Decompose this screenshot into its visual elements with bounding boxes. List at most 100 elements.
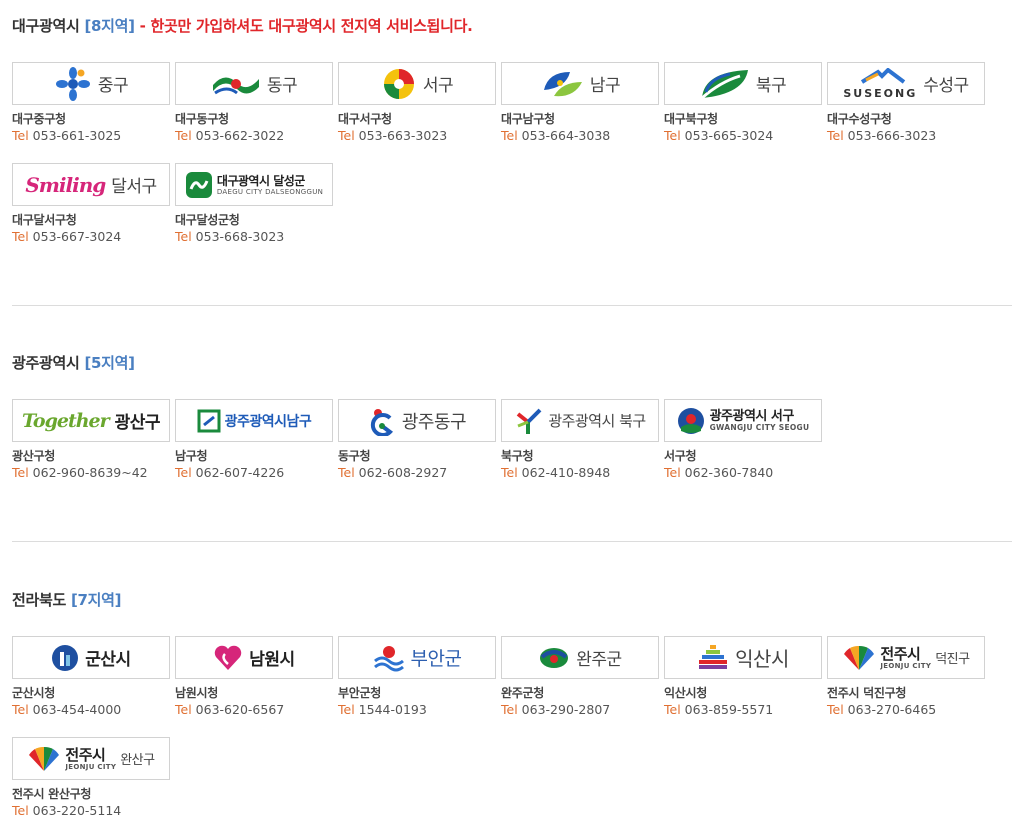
district-logo-link[interactable]: 서구 [338, 62, 496, 105]
logo-name: 서구 [422, 76, 454, 96]
daegu-dalseo-smiling-icon: Smiling [25, 172, 106, 197]
logo-name: 달서구 [111, 177, 157, 197]
district-logo-link[interactable]: 대구광역시 달성군 DAEGU CITY DALSEONGGUN [175, 163, 333, 206]
gwangju-seogu-emblem-icon [677, 407, 704, 434]
office-name: 대구남구청 [501, 112, 555, 126]
section-divider [12, 541, 1012, 542]
office-name: 서구청 [664, 449, 697, 463]
office-name: 대구서구청 [338, 112, 392, 126]
gunsan-emblem-icon [52, 644, 79, 671]
logo-name: 군산시 [85, 650, 131, 670]
district-card: Smiling 달서구 대구달서구청 Tel 053-667-3024 [12, 163, 170, 244]
district-logo-link[interactable]: Smiling 달서구 [12, 163, 170, 206]
daegu-dalseong-emblem-icon [185, 171, 212, 198]
district-card: 완주군 완주군청 Tel 063-290-2807 [501, 636, 659, 717]
iksan-emblem-icon [699, 644, 728, 669]
logo-name: 광주광역시 북구 [548, 412, 646, 430]
district-logo-link[interactable]: 중구 [12, 62, 170, 105]
office-name: 군산시청 [12, 686, 55, 700]
logo-subtitle: SUSEONG [843, 86, 918, 100]
district-logo-link[interactable]: 북구 [664, 62, 822, 105]
office-name: 남원시청 [175, 686, 218, 700]
district-card: 광주광역시 서구 GWANGJU CITY SEOGU 서구청 Tel 062-… [664, 399, 822, 480]
region-count: [8지역] [84, 17, 135, 35]
logo-name: 남구 [589, 76, 621, 96]
office-name: 익산시청 [664, 686, 707, 700]
region-name: 대구광역시 [12, 17, 80, 35]
office-name: 광산구청 [12, 449, 55, 463]
district-card: 전주시 JEONJU CITY 완산구 전주시 완산구청 Tel 063-220… [12, 737, 170, 818]
district-logo-link[interactable]: 부안군 [338, 636, 496, 679]
logo-name: 대구광역시 달성군 [216, 173, 306, 188]
gwangju-namgu-emblem-icon [197, 409, 221, 432]
district-card: 남원시 남원시청 Tel 063-620-6567 [175, 636, 333, 717]
office-phone: Tel 053-664-3038 [501, 128, 611, 143]
district-logo-link[interactable]: 광주광역시남구 [175, 399, 333, 442]
gwangju-bukgu-emblem-icon [517, 408, 542, 434]
district-card: 북구 대구북구청 Tel 053-665-3024 [664, 62, 822, 143]
district-card: 중구 대구중구청 Tel 053-661-3025 [12, 62, 170, 143]
office-phone: Tel 063-454-4000 [12, 702, 122, 717]
district-card: 전주시 JEONJU CITY 덕진구 전주시 덕진구청 Tel 063-270… [827, 636, 985, 717]
district-card: 동구 대구동구청 Tel 053-662-3022 [175, 62, 333, 143]
section-divider [12, 305, 1012, 306]
district-logo-link[interactable]: 전주시 JEONJU CITY 완산구 [12, 737, 170, 780]
district-logo-link[interactable]: 동구 [175, 62, 333, 105]
district-logo-link[interactable]: 광주광역시 서구 GWANGJU CITY SEOGU [664, 399, 822, 442]
logo-name: 완주군 [576, 650, 622, 670]
jeonju-fan-icon [844, 645, 875, 670]
region-count: [7지역] [70, 591, 122, 609]
office-name: 전주시 덕진구청 [827, 686, 907, 700]
office-name: 대구수성구청 [827, 112, 892, 126]
district-card: 군산시 군산시청 Tel 063-454-4000 [12, 636, 170, 717]
district-logo-link[interactable]: Together 광산구 [12, 399, 170, 442]
district-logo-link[interactable]: 남원시 [175, 636, 333, 679]
office-phone: Tel 063-859-5571 [664, 702, 774, 717]
logo-subtitle: JEONJU CITY [65, 762, 117, 771]
office-phone: Tel 063-620-6567 [175, 702, 285, 717]
daegu-seogu-circle-icon [383, 68, 414, 99]
district-card: 익산시 익산시청 Tel 063-859-5571 [664, 636, 822, 717]
district-logo-link[interactable]: 광주광역시 북구 [501, 399, 659, 442]
logo-name: 전주시 [880, 644, 921, 663]
office-phone: Tel 063-220-5114 [12, 803, 122, 818]
district-card: Together 광산구 광산구청 Tel 062-960-8639~42 [12, 399, 170, 480]
district-logo-link[interactable]: 완주군 [501, 636, 659, 679]
office-phone: Tel 053-663-3023 [338, 128, 448, 143]
office-phone: Tel 063-290-2807 [501, 702, 611, 717]
district-card: 광주동구 동구청 Tel 062-608-2927 [338, 399, 496, 480]
section-gwangju: 광주광역시 [5지역] Together 광산구 광산구청 Tel 062-96… [12, 353, 1012, 480]
seogu-text: 광주광역시 서구 GWANGJU CITY SEOGU [710, 409, 810, 432]
section-daegu: 대구광역시 [8지역] - 한곳만 가입하셔도 대구광역시 전지역 서비스됩니다… [12, 16, 1012, 244]
logo-name: 광주광역시 서구 [709, 409, 795, 424]
office-name: 대구동구청 [175, 112, 229, 126]
logo-name: 전주시 [65, 745, 106, 764]
region-name: 광주광역시 [12, 354, 80, 372]
office-name: 남구청 [175, 449, 208, 463]
logo-name: 광주광역시남구 [224, 413, 312, 430]
buan-wave-icon [373, 645, 404, 671]
district-logo-link[interactable]: 익산시 [664, 636, 822, 679]
dalseong-text: 대구광역시 달성군 DAEGU CITY DALSEONGGUN [217, 174, 323, 196]
district-logo-link[interactable]: 전주시 JEONJU CITY 덕진구 [827, 636, 985, 679]
district-logo-link[interactable]: SUSEONG 수성구 [827, 62, 985, 105]
district-logo-link[interactable]: 광주동구 [338, 399, 496, 442]
gwangju-gwangsan-together-icon: Together [21, 409, 110, 432]
wanju-emblem-icon [540, 647, 569, 668]
section-title: 대구광역시 [8지역] - 한곳만 가입하셔도 대구광역시 전지역 서비스됩니다… [12, 16, 1012, 36]
district-logo-link[interactable]: 군산시 [12, 636, 170, 679]
office-name: 대구달성군청 [175, 213, 240, 227]
logo-name: 부안군 [410, 648, 462, 670]
logo-subtitle: GWANGJU CITY SEOGU [709, 423, 810, 432]
office-name: 동구청 [338, 449, 371, 463]
district-logo-link[interactable]: 남구 [501, 62, 659, 105]
office-phone: Tel 1544-0193 [338, 702, 427, 717]
office-phone: Tel 062-608-2927 [338, 465, 448, 480]
suseong-mark: SUSEONG [843, 67, 918, 100]
office-phone: Tel 062-607-4226 [175, 465, 285, 480]
namwon-heart-icon [215, 645, 242, 670]
office-phone: Tel 062-410-8948 [501, 465, 611, 480]
office-name: 대구북구청 [664, 112, 718, 126]
logo-name: 광산구 [114, 413, 161, 433]
office-phone: Tel 053-661-3025 [12, 128, 122, 143]
